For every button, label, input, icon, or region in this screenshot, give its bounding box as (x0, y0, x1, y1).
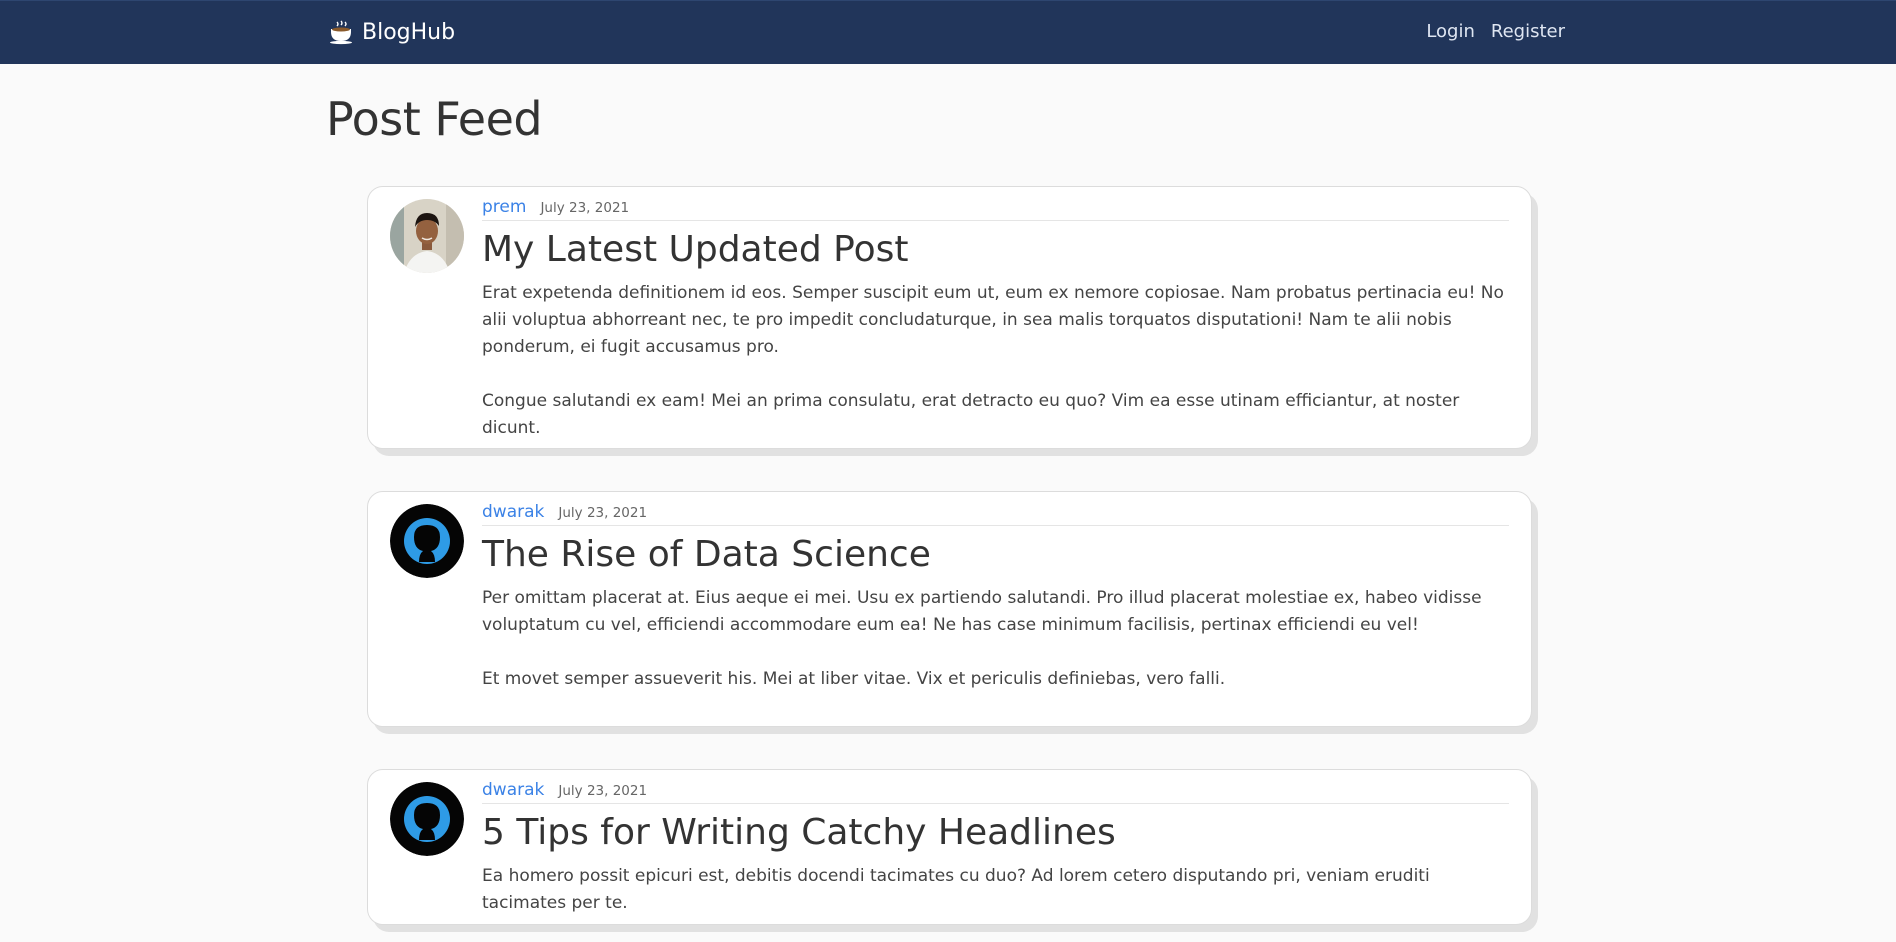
post-date: July 23, 2021 (558, 783, 648, 799)
post-body: Erat expetenda definitionem id eos. Semp… (482, 280, 1509, 442)
post-content: prem July 23, 2021 My Latest Updated Pos… (482, 197, 1509, 442)
coffee-cup-icon (330, 20, 352, 45)
brand-name: BlogHub (362, 19, 456, 45)
default-user-icon (390, 782, 464, 856)
post-paragraph: Erat expetenda definitionem id eos. Semp… (482, 283, 1504, 358)
author-link[interactable]: prem (482, 197, 526, 217)
person-photo-icon (390, 199, 464, 273)
post-body: Ea homero possit epicuri est, debitis do… (482, 863, 1509, 917)
post-paragraph: Ea homero possit epicuri est, debitis do… (482, 866, 1430, 914)
default-user-icon (390, 504, 464, 578)
post-date: July 23, 2021 (558, 505, 648, 521)
post-meta: prem July 23, 2021 (482, 197, 1509, 221)
navbar: BlogHub Login Register (0, 0, 1896, 64)
nav-links: Login Register (1426, 21, 1565, 42)
post-paragraph: Per omittam placerat at. Eius aeque ei m… (482, 588, 1482, 636)
post-card: dwarak July 23, 2021 5 Tips for Writing … (367, 769, 1532, 925)
register-link[interactable]: Register (1491, 21, 1565, 42)
post-body: Per omittam placerat at. Eius aeque ei m… (482, 585, 1509, 693)
post-title[interactable]: The Rise of Data Science (482, 534, 1509, 575)
author-avatar[interactable] (390, 504, 464, 578)
post-card: dwarak July 23, 2021 The Rise of Data Sc… (367, 491, 1532, 727)
post-paragraph: Et movet semper assueverit his. Mei at l… (482, 669, 1226, 690)
post-meta: dwarak July 23, 2021 (482, 780, 1509, 804)
post-date: July 23, 2021 (540, 200, 630, 216)
author-avatar[interactable] (390, 782, 464, 856)
post-paragraph: Congue salutandi ex eam! Mei an prima co… (482, 391, 1460, 439)
post-meta: dwarak July 23, 2021 (482, 502, 1509, 526)
post-card: prem July 23, 2021 My Latest Updated Pos… (367, 186, 1532, 449)
post-content: dwarak July 23, 2021 The Rise of Data Sc… (482, 502, 1509, 693)
login-link[interactable]: Login (1426, 21, 1475, 42)
post-title[interactable]: 5 Tips for Writing Catchy Headlines (482, 812, 1509, 853)
author-link[interactable]: dwarak (482, 502, 544, 522)
post-title[interactable]: My Latest Updated Post (482, 229, 1509, 270)
author-link[interactable]: dwarak (482, 780, 544, 800)
brand-link[interactable]: BlogHub (328, 19, 455, 45)
author-avatar[interactable] (390, 199, 464, 273)
post-content: dwarak July 23, 2021 5 Tips for Writing … (482, 780, 1509, 917)
page-title: Post Feed (326, 92, 543, 146)
